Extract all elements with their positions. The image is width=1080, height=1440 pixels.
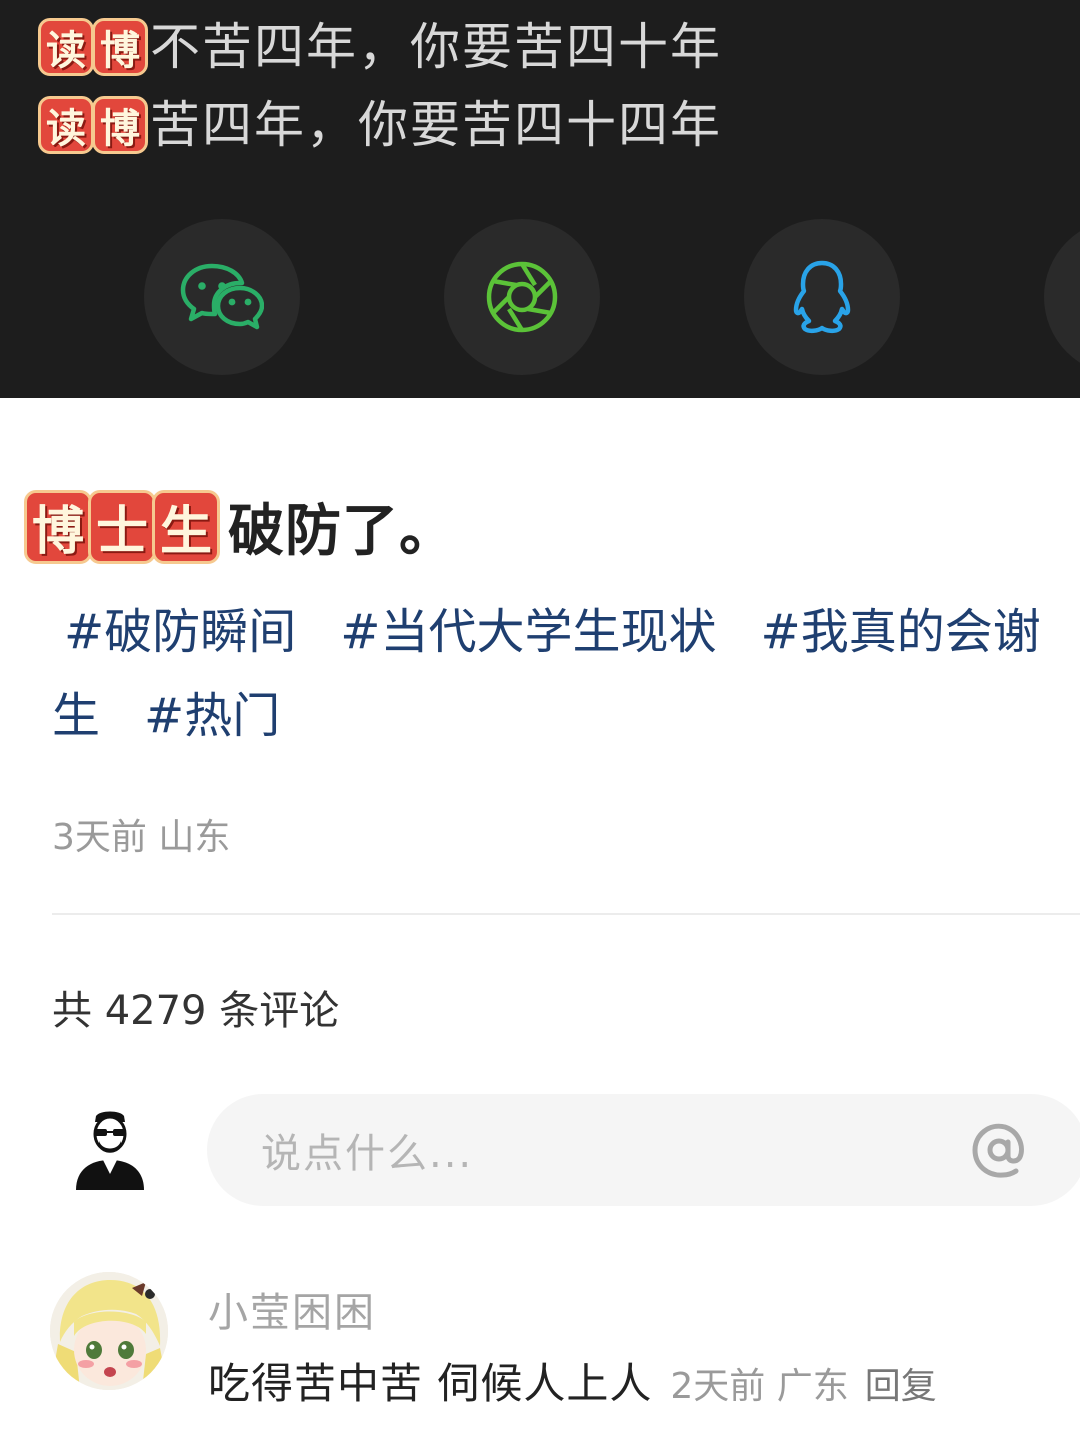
tag-list: #破防瞬间 #当代大学生现状 #我真的会谢生 #热门 bbox=[52, 590, 1080, 758]
badge-tile: 博 bbox=[92, 18, 148, 76]
comment-input[interactable]: 说点什么... bbox=[207, 1094, 1080, 1206]
reply-button[interactable]: 回复 bbox=[865, 1357, 937, 1409]
badge: 读 博 bbox=[38, 18, 148, 76]
badge-tile: 读 bbox=[38, 96, 94, 154]
badge-tile: 博 bbox=[92, 96, 148, 154]
mention-icon[interactable] bbox=[967, 1118, 1031, 1182]
tag-link[interactable]: #当代大学生现状 bbox=[340, 590, 716, 674]
badge: 读 博 bbox=[38, 96, 148, 154]
title-text: 破防了。 bbox=[228, 499, 456, 564]
badge-tile: 生 bbox=[152, 489, 220, 564]
share-sheet: 读 博 不苦四年，你要苦四十年 读 博 苦四年，你要苦四十四年 bbox=[0, 0, 1080, 398]
tag-link[interactable]: #破防瞬间 bbox=[64, 590, 296, 674]
share-text: 苦四年，你要苦四十四年 bbox=[150, 96, 722, 154]
comment-count: 共 4279 条评论 bbox=[52, 988, 340, 1034]
commenter-name[interactable]: 小莹困困 bbox=[208, 1280, 376, 1338]
post-meta: 3天前 山东 bbox=[52, 817, 231, 858]
commenter-avatar[interactable] bbox=[50, 1272, 168, 1390]
title-badge: 博 士 生 bbox=[24, 489, 220, 564]
share-qq-button[interactable] bbox=[744, 219, 900, 375]
avatar-image bbox=[50, 1272, 168, 1390]
share-text: 不苦四年，你要苦四十年 bbox=[150, 18, 722, 76]
comment-body: 吃得苦中苦 伺候人上人 2天前 广东 回复 bbox=[208, 1350, 937, 1411]
comment-text: 吃得苦中苦 伺候人上人 bbox=[208, 1359, 653, 1408]
qq-icon bbox=[793, 260, 851, 334]
share-wechat-button[interactable] bbox=[144, 219, 300, 375]
tag-link-continued[interactable]: 生 bbox=[52, 674, 100, 758]
divider bbox=[52, 913, 1080, 915]
moments-icon bbox=[486, 261, 558, 333]
avatar-image bbox=[76, 1111, 144, 1190]
badge-tile: 博 bbox=[24, 489, 92, 564]
share-text-line: 读 博 不苦四年，你要苦四十年 bbox=[38, 16, 722, 78]
badge-tile: 读 bbox=[38, 18, 94, 76]
comment-meta: 2天前 广东 bbox=[670, 1366, 849, 1407]
tag-link[interactable]: #热门 bbox=[144, 674, 280, 758]
tag-link[interactable]: #我真的会谢 bbox=[760, 590, 1040, 674]
comment-input-placeholder: 说点什么... bbox=[261, 1131, 474, 1177]
my-avatar[interactable] bbox=[72, 1108, 148, 1192]
share-text-line: 读 博 苦四年，你要苦四十四年 bbox=[38, 94, 722, 156]
share-moments-button[interactable] bbox=[444, 219, 600, 375]
share-more-button[interactable] bbox=[1044, 219, 1080, 375]
wechat-icon bbox=[180, 263, 264, 330]
post-title: 博 士 生 破防了。 bbox=[24, 486, 456, 567]
badge-tile: 士 bbox=[88, 489, 156, 564]
